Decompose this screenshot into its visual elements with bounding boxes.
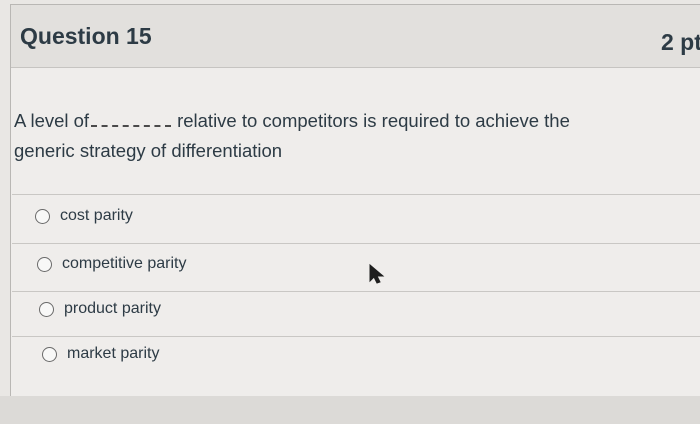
answer-label: competitive parity: [62, 255, 187, 272]
divider: [12, 194, 700, 195]
answer-label: market parity: [67, 345, 160, 362]
question-title: Question 15: [20, 23, 152, 49]
radio-icon[interactable]: [37, 256, 52, 272]
radio-icon[interactable]: [42, 346, 57, 362]
divider: [12, 336, 700, 337]
divider: [12, 291, 700, 292]
question-header: Question 15 2 pt: [11, 5, 700, 68]
answer-option-competitive-parity[interactable]: competitive parity: [37, 251, 187, 277]
mouse-pointer-icon: [368, 263, 386, 290]
answer-option-market-parity[interactable]: market parity: [42, 341, 159, 367]
answer-label: product parity: [64, 300, 161, 317]
answer-option-cost-parity[interactable]: cost parity: [35, 203, 133, 229]
fill-in-blank: [91, 115, 172, 127]
radio-icon[interactable]: [35, 208, 50, 224]
answer-option-product-parity[interactable]: product parity: [39, 296, 161, 322]
question-text-before: A level of: [14, 110, 90, 131]
question-text-after: relative to competitors is required to a…: [177, 110, 570, 131]
question-points: 2 pt: [661, 29, 700, 55]
page-bottom-edge: [0, 396, 700, 424]
question-text-line2: generic strategy of differentiation: [14, 140, 283, 161]
question-text: A level of relative to competitors is req…: [14, 106, 654, 166]
divider: [12, 243, 700, 244]
radio-icon[interactable]: [39, 301, 54, 317]
answer-label: cost parity: [60, 207, 133, 224]
question-card: Question 15 2 pt: [10, 4, 700, 398]
